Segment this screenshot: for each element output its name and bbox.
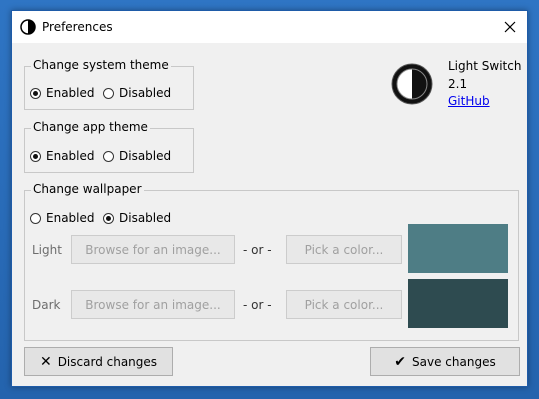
save-changes-button[interactable]: ✔ Save changes (370, 347, 520, 376)
light-switch-logo-icon (391, 63, 433, 105)
dark-pick-color-button[interactable]: Pick a color... (286, 290, 402, 319)
system-theme-group: Change system theme Enabled Disabled (24, 58, 194, 110)
radio-unchecked-icon (103, 150, 114, 162)
system-theme-enabled-radio[interactable]: Enabled (30, 86, 95, 100)
light-browse-button[interactable]: Browse for an image... (71, 235, 235, 264)
light-pick-color-button[interactable]: Pick a color... (286, 235, 402, 264)
x-icon: ✕ (39, 353, 52, 370)
app-version: 2.1 (448, 77, 468, 91)
contrast-icon (20, 19, 36, 35)
save-changes-label: Save changes (412, 354, 496, 369)
wallpaper-disabled-radio[interactable]: Disabled (103, 211, 171, 225)
discard-changes-label: Discard changes (57, 354, 158, 369)
radio-checked-icon (30, 87, 41, 99)
close-icon (504, 21, 516, 33)
radio-label: Enabled (46, 149, 95, 163)
window-title: Preferences (42, 20, 113, 34)
radio-unchecked-icon (103, 87, 114, 99)
dark-color-swatch[interactable] (408, 279, 508, 328)
wallpaper-label: Change wallpaper (31, 182, 144, 196)
preferences-window: Preferences Change system theme Enabled … (11, 10, 528, 387)
radio-label: Disabled (119, 149, 172, 163)
title-bar: Preferences (12, 11, 527, 43)
system-theme-disabled-radio[interactable]: Disabled (103, 86, 171, 100)
app-theme-label: Change app theme (31, 120, 150, 134)
discard-changes-button[interactable]: ✕ Discard changes (24, 347, 173, 376)
radio-label: Enabled (46, 211, 95, 225)
radio-checked-icon (103, 212, 114, 224)
checkmark-icon: ✔ (394, 353, 407, 370)
radio-checked-icon (30, 150, 41, 162)
radio-label: Disabled (119, 211, 172, 225)
radio-label: Enabled (46, 86, 95, 100)
github-link[interactable]: GitHub (448, 94, 490, 108)
app-theme-enabled-radio[interactable]: Enabled (30, 149, 95, 163)
dark-label: Dark (32, 298, 61, 312)
wallpaper-enabled-radio[interactable]: Enabled (30, 211, 95, 225)
radio-label: Disabled (119, 86, 172, 100)
dark-or-label: - or - (243, 298, 272, 312)
app-theme-group: Change app theme Enabled Disabled (24, 120, 194, 173)
light-color-swatch[interactable] (408, 224, 508, 273)
light-label: Light (32, 243, 62, 257)
system-theme-label: Change system theme (31, 58, 171, 72)
radio-unchecked-icon (30, 212, 41, 224)
app-theme-disabled-radio[interactable]: Disabled (103, 149, 171, 163)
dark-browse-button[interactable]: Browse for an image... (71, 290, 235, 319)
light-or-label: - or - (243, 243, 272, 257)
app-name: Light Switch (448, 59, 522, 73)
wallpaper-group: Change wallpaper Enabled Disabled Light … (24, 182, 519, 341)
close-button[interactable] (493, 11, 527, 43)
